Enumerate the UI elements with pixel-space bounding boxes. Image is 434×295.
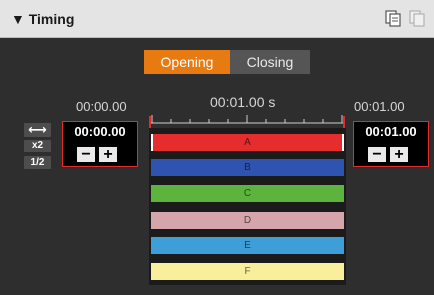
panel-title[interactable]: ▼ Timing	[11, 11, 74, 27]
center-time-label: 00:01.00 s	[210, 94, 276, 110]
tab-closing[interactable]: Closing	[230, 50, 310, 74]
start-decrement-button[interactable]: −	[77, 147, 95, 163]
tab-opening[interactable]: Opening	[144, 50, 230, 74]
track-area: A B C D E F	[149, 128, 346, 285]
end-decrement-button[interactable]: −	[368, 147, 386, 163]
start-increment-button[interactable]: +	[99, 147, 117, 163]
half-speed-button[interactable]: 1/2	[24, 156, 51, 169]
end-time-label: 00:01.00	[354, 99, 405, 114]
paste-icon[interactable]	[409, 10, 425, 27]
tab-bar: Opening Closing	[144, 50, 310, 74]
copy-icon[interactable]	[385, 10, 401, 27]
track-d[interactable]: D	[151, 212, 344, 229]
start-time-value[interactable]: 00:00.00	[63, 124, 137, 139]
start-time-label: 00:00.00	[76, 99, 127, 114]
track-f[interactable]: F	[151, 263, 344, 280]
start-marker[interactable]	[149, 116, 151, 128]
track-b[interactable]: B	[151, 159, 344, 176]
end-time-value[interactable]: 00:01.00	[354, 124, 428, 139]
swap-button[interactable]: ⟷	[24, 123, 51, 137]
track-a[interactable]: A	[151, 134, 344, 151]
track-c[interactable]: C	[151, 185, 344, 202]
end-increment-button[interactable]: +	[390, 147, 408, 163]
end-marker[interactable]	[343, 116, 345, 128]
double-speed-button[interactable]: x2	[24, 140, 51, 152]
panel-header: ▼ Timing	[0, 0, 434, 38]
end-time-field[interactable]: 00:01.00 − +	[353, 121, 429, 167]
timeline-ruler[interactable]	[150, 112, 344, 124]
track-e[interactable]: E	[151, 237, 344, 254]
start-time-field[interactable]: 00:00.00 − +	[62, 121, 138, 167]
